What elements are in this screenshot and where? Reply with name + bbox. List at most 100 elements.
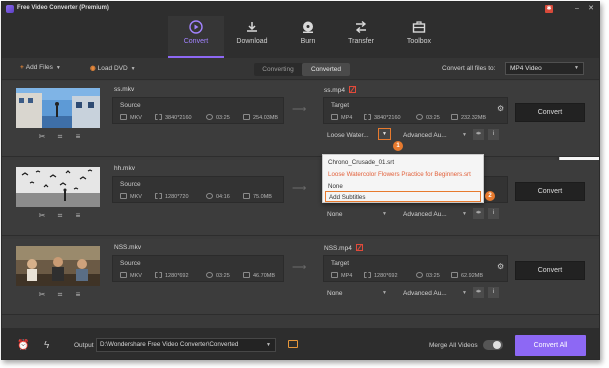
file-row: ✂ ⌗ ≡ NSS.mkv Source MKV 1280*692 03:25 … xyxy=(2,239,599,315)
size-value: 254.03MB xyxy=(253,115,279,121)
tab-transfer[interactable]: Transfer xyxy=(333,16,389,58)
audio-select[interactable]: Advanced Au... ▼ xyxy=(403,209,467,220)
tab-converting[interactable]: Converting xyxy=(254,63,302,76)
tab-burn[interactable]: Burn xyxy=(280,16,336,58)
tab-label: Convert xyxy=(183,38,209,45)
info-icon[interactable]: i xyxy=(488,129,499,140)
cut-icon[interactable]: ✂ xyxy=(37,290,47,300)
tab-label: Transfer xyxy=(348,38,374,45)
app-title: Free Video Converter (Premium) xyxy=(17,5,109,11)
merge-all-toggle[interactable] xyxy=(483,340,503,350)
source-label: Source xyxy=(120,181,141,188)
subtitle-value: Loose Water... xyxy=(327,132,369,139)
app-logo-icon xyxy=(6,5,14,13)
convert-button[interactable]: Convert xyxy=(515,103,585,122)
target-info: Target MP4 1280*692 03:25 62.92MB xyxy=(323,255,508,282)
settings-icon[interactable]: ⚙ xyxy=(497,262,504,271)
video-thumbnail[interactable] xyxy=(16,167,100,207)
source-format: MKV xyxy=(120,114,142,121)
title-bar: Free Video Converter (Premium) ✱ ≡ – ✕ xyxy=(2,2,599,203)
file-row: ✂ ⌗ ≡ hh.mkv Source MKV 1280*720 04:16 7… xyxy=(2,160,599,236)
audio-select[interactable]: Advanced Au... ▼ xyxy=(403,130,467,141)
convert-all-button[interactable]: Convert All xyxy=(515,335,586,356)
target-resolution: 1280*692 xyxy=(364,272,398,279)
gift-icon[interactable]: ✱ xyxy=(545,5,553,13)
output-format-select[interactable]: MP4 Video ▼ xyxy=(505,62,584,75)
alarm-clock-icon[interactable]: ⏰ xyxy=(17,340,29,351)
audio-select[interactable]: Advanced Au... ▼ xyxy=(403,288,467,299)
size-value: 46.70MB xyxy=(253,273,276,279)
resolution-value: 1280*692 xyxy=(165,273,189,279)
format-icon xyxy=(331,272,338,278)
menu-item-add-subtitles[interactable]: Add Subtitles xyxy=(325,191,481,202)
source-duration: 04:16 xyxy=(206,193,230,200)
effects-icon[interactable]: ≡ xyxy=(73,290,83,300)
tab-converted[interactable]: Converted xyxy=(302,63,350,76)
effects-icon[interactable]: ≡ xyxy=(73,132,83,142)
status-segment: Converting Converted xyxy=(254,63,350,76)
chevron-down-icon: ▼ xyxy=(382,290,387,296)
chevron-down-icon: ▼ xyxy=(382,131,387,137)
thumbnail-image xyxy=(16,246,100,286)
subtitle-select[interactable]: None ▼ xyxy=(327,288,387,299)
chevron-down-icon: ▼ xyxy=(462,132,467,138)
video-thumbnail[interactable] xyxy=(16,246,100,286)
chevron-down-icon: ▼ xyxy=(266,342,271,348)
add-subtitle-icon[interactable]: ⇹ xyxy=(473,208,484,219)
menu-item-subtitle-file-selected[interactable]: Loose Watercolor Flowers Practice for Be… xyxy=(325,169,481,180)
crop-icon[interactable]: ⌗ xyxy=(55,290,65,300)
source-filename: hh.mkv xyxy=(114,165,135,172)
source-size: 75.0MB xyxy=(243,193,272,200)
format-value: MKV xyxy=(130,273,142,279)
convert-button[interactable]: Convert xyxy=(515,182,585,201)
cut-icon[interactable]: ✂ xyxy=(37,132,47,142)
tab-convert[interactable]: Convert xyxy=(168,16,224,58)
source-filename: ss.mkv xyxy=(114,86,135,93)
step-badge-1: 1 xyxy=(393,141,403,151)
file-size-icon xyxy=(451,272,458,278)
clock-icon xyxy=(416,114,423,120)
effects-icon[interactable]: ≡ xyxy=(73,211,83,221)
add-files-label: Add Files xyxy=(25,64,53,71)
crop-icon[interactable]: ⌗ xyxy=(55,211,65,221)
subtitle-dropdown-toggle[interactable]: ▼ xyxy=(378,128,391,140)
cut-icon[interactable]: ✂ xyxy=(37,211,47,221)
add-files-button[interactable]: + Add Files ▼ xyxy=(20,64,61,71)
minimize-icon[interactable]: – xyxy=(573,5,581,13)
close-icon[interactable]: ✕ xyxy=(587,5,595,13)
target-duration: 03:25 xyxy=(416,272,440,279)
top-nav: Convert Download Burn Transfer Toolbox xyxy=(2,16,599,58)
video-thumbnail[interactable] xyxy=(16,88,100,128)
edit-icon[interactable] xyxy=(348,86,356,93)
info-icon[interactable]: i xyxy=(488,208,499,219)
load-dvd-button[interactable]: ◉ Load DVD ▼ xyxy=(90,64,136,72)
audio-value: Advanced Au... xyxy=(403,132,447,139)
add-subtitle-icon[interactable]: ⇹ xyxy=(473,287,484,298)
edit-icon[interactable] xyxy=(355,244,363,251)
toolbar: + Add Files ▼ ◉ Load DVD ▼ Converting Conver… xyxy=(2,58,599,80)
duration-value: 03:25 xyxy=(216,115,230,121)
format-value: MKV xyxy=(130,194,142,200)
output-label: Output xyxy=(74,342,94,349)
convert-button[interactable]: Convert xyxy=(515,261,585,280)
chevron-down-icon: ▼ xyxy=(462,211,467,217)
settings-icon[interactable]: ⚙ xyxy=(497,104,504,113)
add-subtitle-icon[interactable]: ⇹ xyxy=(473,129,484,140)
output-path-select[interactable]: D:\Wondershare Free Video Converter\Conv… xyxy=(96,338,276,352)
subtitle-select[interactable]: None ▼ xyxy=(327,209,387,220)
tab-toolbox[interactable]: Toolbox xyxy=(391,16,447,58)
duration-value: 03:25 xyxy=(426,273,440,279)
size-value: 62.92MB xyxy=(461,273,484,279)
info-icon[interactable]: i xyxy=(488,287,499,298)
menu-item-subtitle-file[interactable]: Chrono_Crusade_01.srt xyxy=(325,157,481,168)
file-size-icon xyxy=(243,193,250,199)
thumbnail-tools: ✂ ⌗ ≡ xyxy=(16,290,100,300)
crop-icon[interactable]: ⌗ xyxy=(55,132,65,142)
target-filename[interactable]: NSS.mp4 xyxy=(324,244,363,252)
folder-icon[interactable] xyxy=(288,340,298,348)
lightning-icon[interactable]: ϟ xyxy=(44,340,49,351)
tab-download[interactable]: Download xyxy=(224,16,280,58)
resolution-icon xyxy=(155,272,162,278)
target-filename[interactable]: ss.mp4 xyxy=(324,86,356,94)
arrow-right-icon: ⟶ xyxy=(292,183,307,194)
